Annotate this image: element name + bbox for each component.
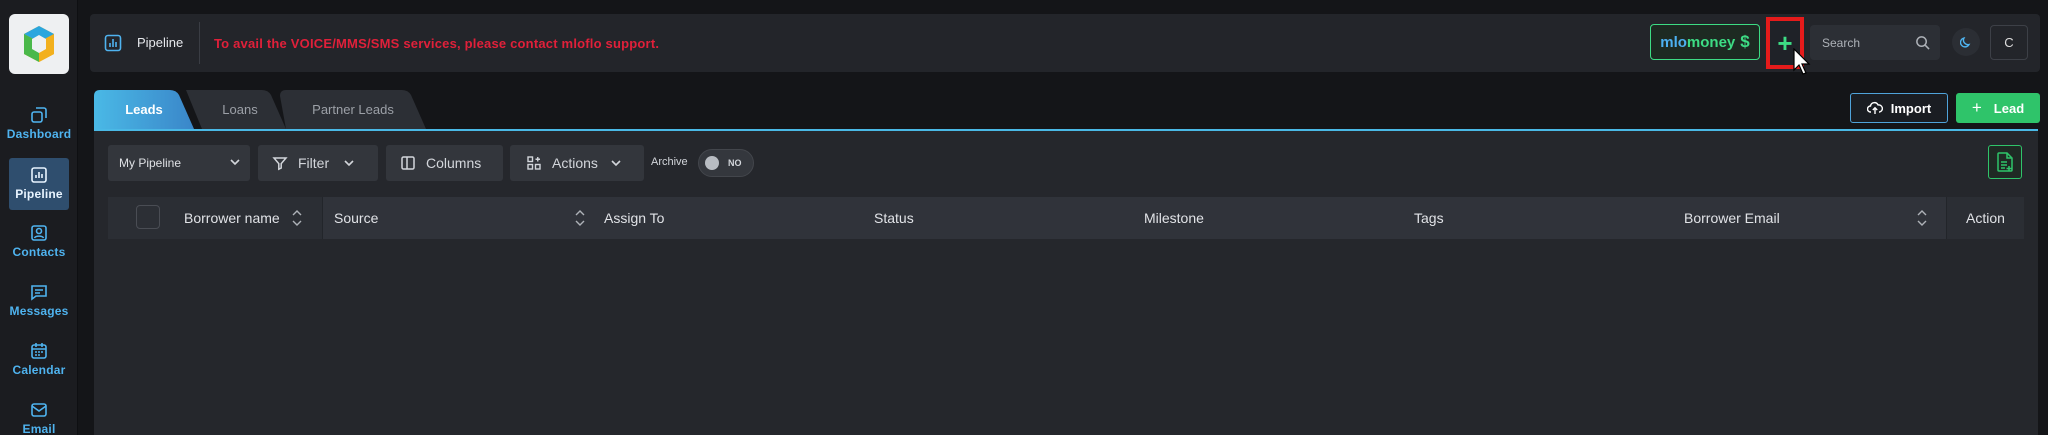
app-logo[interactable]	[9, 14, 69, 74]
sidebar-label-calendar: Calendar	[12, 363, 66, 377]
contacts-icon	[31, 225, 47, 241]
sidebar-item-pipeline[interactable]: Pipeline	[9, 158, 69, 210]
moon-icon	[1960, 36, 1971, 48]
pipeline-select-value: My Pipeline	[119, 156, 182, 170]
actions-grid-icon	[527, 156, 541, 170]
columns-icon	[401, 156, 415, 170]
table-header: Borrower name Source Assign To Status Mi…	[108, 197, 2024, 239]
sidebar-item-calendar[interactable]: Calendar	[0, 342, 78, 377]
page-title: Pipeline	[137, 35, 184, 50]
search-icon[interactable]	[1915, 35, 1930, 50]
search-input[interactable]	[1810, 25, 1910, 60]
select-all-checkbox[interactable]	[136, 205, 160, 229]
column-label: Source	[334, 210, 379, 226]
filter-icon	[272, 157, 288, 171]
sidebar-item-contacts[interactable]: Contacts	[0, 224, 78, 259]
column-header-tags[interactable]: Tags	[1414, 197, 1444, 239]
filter-button[interactable]: Filter	[258, 145, 378, 181]
chevron-down-icon	[344, 160, 354, 167]
mlomoney-label-money: money	[1686, 33, 1736, 51]
column-label: Tags	[1414, 210, 1444, 226]
toggle-knob	[705, 156, 719, 170]
sort-icon[interactable]	[1916, 207, 1928, 229]
plus-icon: +	[1777, 27, 1793, 58]
tab-leads-label: Leads	[125, 102, 163, 117]
actions-label: Actions	[552, 155, 598, 171]
sidebar-label-email: Email	[22, 422, 56, 435]
add-lead-label: Lead	[1993, 100, 2025, 116]
pipeline-icon	[31, 167, 47, 183]
column-divider	[1946, 197, 1947, 239]
column-header-status[interactable]: Status	[874, 197, 914, 239]
messages-icon	[31, 285, 47, 301]
spreadsheet-icon	[1997, 152, 2013, 172]
cloud-upload-icon	[1866, 101, 1883, 114]
sidebar-label-messages: Messages	[9, 304, 69, 318]
mlomoney-button[interactable]: mlo money $	[1650, 24, 1760, 60]
column-header-borrower-email[interactable]: Borrower Email	[1684, 197, 1780, 239]
column-label: Milestone	[1144, 210, 1204, 226]
actions-button[interactable]: Actions	[510, 145, 644, 181]
tab-loans[interactable]: Loans	[186, 90, 286, 129]
column-label: Action	[1966, 210, 2005, 226]
dollar-icon: $	[1740, 32, 1750, 51]
column-divider	[322, 197, 323, 239]
tab-partner-leads[interactable]: Partner Leads	[280, 90, 426, 129]
export-sheet-button[interactable]	[1988, 145, 2022, 179]
tab-leads[interactable]: Leads	[94, 90, 194, 129]
import-button[interactable]: Import	[1850, 93, 1948, 123]
archive-toggle-state: NO	[728, 158, 742, 168]
service-notice: To avail the VOICE/MMS/SMS services, ple…	[214, 36, 660, 51]
email-icon	[31, 403, 47, 417]
sidebar-label-dashboard: Dashboard	[6, 127, 72, 141]
user-initial: C	[2004, 35, 2014, 50]
search-box	[1810, 25, 1940, 60]
column-label: Assign To	[604, 210, 665, 226]
column-header-action: Action	[1966, 197, 2005, 239]
column-label: Borrower name	[184, 210, 280, 226]
chevron-down-icon	[230, 159, 240, 166]
sidebar-item-messages[interactable]: Messages	[0, 283, 78, 318]
column-header-assign-to[interactable]: Assign To	[604, 197, 664, 239]
filter-label: Filter	[298, 155, 330, 171]
calendar-icon	[31, 343, 47, 359]
columns-button[interactable]: Columns	[386, 145, 503, 181]
pipeline-page-icon	[104, 34, 122, 52]
sidebar-label-pipeline: Pipeline	[15, 187, 63, 201]
top-bar: Pipeline To avail the VOICE/MMS/SMS serv…	[90, 14, 2040, 75]
title-divider	[199, 22, 200, 64]
column-header-borrower-name[interactable]: Borrower name	[184, 197, 280, 239]
columns-label: Columns	[426, 155, 482, 171]
sort-icon[interactable]	[291, 207, 303, 229]
sidebar-label-contacts: Contacts	[12, 245, 66, 259]
archive-label: Archive	[651, 156, 688, 168]
mouse-cursor-icon	[1793, 48, 1811, 75]
import-label: Import	[1890, 100, 1932, 116]
column-label: Borrower Email	[1684, 210, 1780, 226]
dashboard-icon	[31, 107, 47, 123]
tab-loans-label: Loans	[222, 102, 258, 117]
chevron-down-icon	[611, 160, 621, 167]
add-lead-button[interactable]: + Lead	[1956, 93, 2040, 123]
column-header-milestone[interactable]: Milestone	[1144, 197, 1204, 239]
mlomoney-label-mlo: mlo	[1660, 33, 1687, 51]
app-root: Dashboard Pipeline Contacts Messages Cal	[0, 0, 2048, 435]
sort-icon[interactable]	[574, 207, 586, 229]
column-header-source[interactable]: Source	[334, 197, 378, 239]
user-avatar-button[interactable]: C	[1990, 25, 2028, 60]
logo-icon	[24, 26, 54, 62]
sidebar-item-email[interactable]: Email	[0, 401, 78, 435]
sidebar-item-dashboard[interactable]: Dashboard	[0, 106, 78, 141]
tab-partner-leads-label: Partner Leads	[312, 102, 394, 117]
plus-icon: +	[1971, 98, 1982, 117]
sidebar: Dashboard Pipeline Contacts Messages Cal	[0, 0, 78, 435]
leads-panel: My Pipeline Filter Columns Actions Archi…	[94, 131, 2038, 435]
archive-toggle[interactable]: NO	[698, 149, 754, 177]
column-label: Status	[874, 210, 914, 226]
pipeline-select[interactable]: My Pipeline	[108, 145, 250, 181]
theme-toggle-button[interactable]	[1952, 28, 1980, 56]
